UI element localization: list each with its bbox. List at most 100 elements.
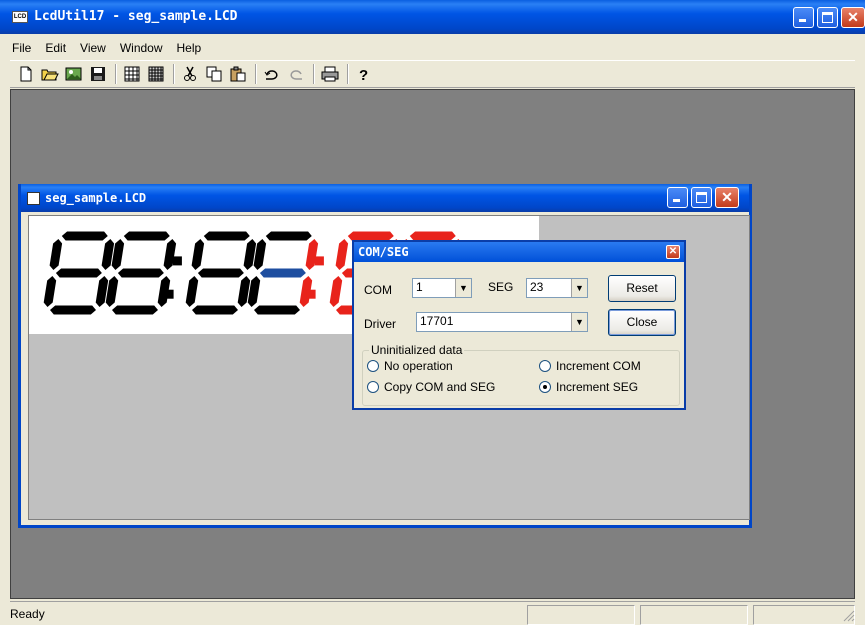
group-label: Uninitialized data (369, 343, 465, 357)
lcd-segment-a[interactable] (265, 231, 312, 241)
close-icon: ✕ (847, 9, 859, 25)
document-title-bar[interactable]: seg_sample.LCD ✕ (21, 184, 749, 212)
com-value: 1 (416, 280, 423, 294)
lcd-segment-e[interactable] (329, 276, 343, 307)
lcd-segment-d[interactable] (192, 305, 238, 315)
document-icon (27, 192, 40, 205)
toolbar-separator (115, 64, 117, 84)
help-icon[interactable]: ? (354, 65, 374, 83)
lcd-segment-f[interactable] (49, 239, 63, 270)
open-icon[interactable] (40, 65, 60, 83)
status-panel (640, 605, 748, 625)
lcd-segment-g[interactable] (197, 268, 244, 278)
uninitialized-data-group: Uninitialized data No operation Incremen… (362, 343, 680, 406)
cut-icon[interactable] (180, 65, 200, 83)
lcd-segment-g[interactable] (117, 268, 164, 278)
chevron-down-icon[interactable]: ▼ (455, 279, 471, 297)
lcd-segment-f[interactable] (191, 239, 205, 270)
toolbar-separator (173, 64, 175, 84)
app-title: LcdUtil17 - seg_sample.LCD (34, 9, 238, 24)
status-panel (527, 605, 635, 625)
lcd-segment-e[interactable] (43, 276, 57, 307)
radio-circle[interactable] (539, 381, 551, 393)
seg-value: 23 (530, 280, 544, 294)
seg-label: SEG (488, 280, 514, 294)
toolbar-separator (313, 64, 315, 84)
toolbar-separator (347, 64, 349, 84)
doc-maximize-button[interactable] (691, 187, 712, 208)
lcd-segment-a[interactable] (61, 231, 108, 241)
maximize-icon (696, 192, 707, 203)
grid-icon[interactable] (122, 65, 142, 83)
save-icon[interactable] (88, 65, 108, 83)
lcd-segment-g[interactable] (259, 268, 306, 278)
radio-label: Copy COM and SEG (384, 380, 496, 394)
lcd-segment-d[interactable] (254, 305, 300, 315)
print-icon[interactable] (320, 65, 340, 83)
dialog-title: COM/SEG (358, 245, 409, 259)
driver-label: Driver (364, 317, 396, 331)
lcd-segment-d[interactable] (112, 305, 158, 315)
lcd-segment-f[interactable] (335, 239, 349, 270)
redo-icon[interactable] (286, 65, 306, 83)
menu-bar: File Edit View Window Help (10, 39, 208, 59)
com-select[interactable]: 1 ▼ (412, 278, 472, 298)
lcd-segment-e[interactable] (185, 276, 199, 307)
doc-close-button[interactable]: ✕ (715, 187, 739, 208)
status-text: Ready (10, 607, 45, 621)
minimize-icon (673, 199, 680, 202)
grid-alt-icon[interactable] (146, 65, 166, 83)
dialog-title-bar[interactable]: COM/SEG ✕ (354, 242, 684, 262)
close-dialog-button[interactable]: Close (608, 309, 676, 336)
lcd-segment-a[interactable] (203, 231, 250, 241)
radio-circle[interactable] (539, 360, 551, 372)
new-icon[interactable] (16, 65, 36, 83)
paste-icon[interactable] (228, 65, 248, 83)
menu-help[interactable]: Help (170, 39, 209, 59)
radio-no-operation[interactable]: No operation (367, 359, 453, 373)
close-button[interactable]: ✕ (841, 7, 865, 28)
lcd-segment-g[interactable] (55, 268, 102, 278)
driver-select[interactable]: 17701 ▼ (416, 312, 588, 332)
app-title-bar[interactable]: LCD LcdUtil17 - seg_sample.LCD ✕ (0, 0, 865, 34)
menu-window[interactable]: Window (113, 39, 170, 59)
maximize-icon (822, 12, 833, 23)
lcd-segment-a[interactable] (123, 231, 170, 241)
seg-select[interactable]: 23 ▼ (526, 278, 588, 298)
minimize-icon (799, 19, 806, 22)
close-icon: ✕ (721, 189, 733, 205)
document-title: seg_sample.LCD (45, 191, 147, 205)
dialog-close-icon[interactable]: ✕ (666, 245, 680, 259)
radio-circle[interactable] (367, 360, 379, 372)
undo-icon[interactable] (262, 65, 282, 83)
app-icon: LCD (12, 11, 28, 23)
colon-dot[interactable] (164, 289, 174, 299)
maximize-button[interactable] (817, 7, 838, 28)
image-icon[interactable] (64, 65, 84, 83)
copy-icon[interactable] (204, 65, 224, 83)
colon-dot[interactable] (306, 289, 316, 299)
toolbar-separator (255, 64, 257, 84)
menu-file[interactable]: File (10, 39, 38, 59)
menu-edit[interactable]: Edit (38, 39, 73, 59)
chevron-down-icon[interactable]: ▼ (571, 279, 587, 297)
radio-label: Increment COM (556, 359, 641, 373)
status-bar: Ready (10, 601, 855, 625)
resize-grip-icon[interactable] (841, 608, 855, 625)
lcd-segment-d[interactable] (50, 305, 96, 315)
menu-view[interactable]: View (73, 39, 113, 59)
reset-button[interactable]: Reset (608, 275, 676, 302)
com-seg-dialog: COM/SEG ✕ COM 1 ▼ SEG 23 ▼ Reset Driver … (352, 240, 686, 410)
colon-dot[interactable] (314, 256, 324, 266)
radio-circle[interactable] (367, 381, 379, 393)
radio-increment-seg[interactable]: Increment SEG (539, 380, 638, 394)
svg-text:?: ? (359, 67, 368, 82)
radio-copy-com-seg[interactable]: Copy COM and SEG (367, 380, 495, 394)
doc-minimize-button[interactable] (667, 187, 688, 208)
radio-increment-com[interactable]: Increment COM (539, 359, 641, 373)
colon-dot[interactable] (172, 256, 182, 266)
chevron-down-icon[interactable]: ▼ (571, 313, 587, 331)
com-label: COM (364, 283, 392, 297)
minimize-button[interactable] (793, 7, 814, 28)
radio-label: No operation (384, 359, 453, 373)
